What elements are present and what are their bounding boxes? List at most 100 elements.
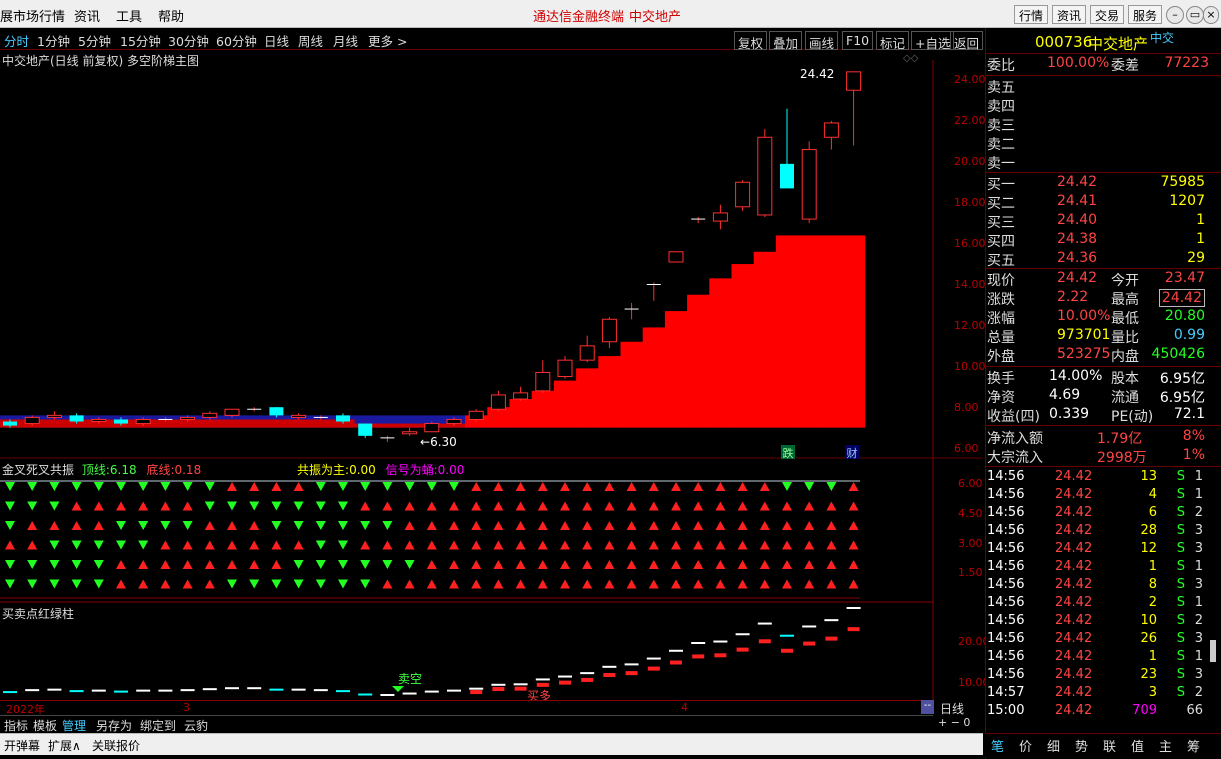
add-favorite-button[interactable]: +自选 [911,31,955,51]
scroll-handle[interactable]: -- [921,700,934,714]
signal-down-triangle [160,482,171,491]
period-tab-30m[interactable]: 30分钟 [168,31,209,50]
signal-up-triangle [449,521,459,530]
tick-row[interactable]: 14:56 24.42 10 S 2 [987,613,1209,632]
tab-manage[interactable]: 管理 [62,717,86,734]
signal-up-triangle [249,560,260,569]
scrollbar-thumb[interactable] [1210,640,1216,662]
mark-button[interactable]: 标记 [876,31,910,51]
tick-row[interactable]: 15:00 24.42 709 66 [987,703,1209,722]
indicator1-name[interactable]: 金叉死叉共振 [2,463,74,477]
period-tab-month[interactable]: 月线 [333,31,358,50]
buy-level-row[interactable]: 买三 24.40 1 [987,212,1209,231]
event-badge-fall[interactable]: 跌 [781,445,795,460]
buy-level-row[interactable]: 买一 24.42 75985 [987,174,1209,193]
period-tab-15m[interactable]: 15分钟 [120,31,161,50]
signal-up-triangle [582,560,593,569]
webi-value: 100.00% [1047,55,1110,71]
tick-row[interactable]: 14:56 24.42 2 S 1 [987,595,1209,614]
sell-level-label: 卖二 [987,137,1015,153]
tick-side: S [1176,631,1185,646]
related-quotes-button[interactable]: 关联报价 [92,737,140,754]
quote-tab[interactable]: 笔 [991,736,1004,755]
tick-side: S [1176,469,1185,484]
stock-title: 中交地产 [629,10,682,25]
quote-tab[interactable]: 价 [1019,736,1032,755]
tick-row[interactable]: 14:56 24.42 1 S 1 [987,559,1209,578]
menu-item-tools[interactable]: 工具 [116,6,142,25]
tab-template[interactable]: 模板 [33,717,57,734]
quote-tab[interactable]: 主 [1159,736,1172,755]
tick-row[interactable]: 14:57 24.42 3 S 2 [987,685,1209,704]
tick-row[interactable]: 14:56 24.42 13 S 1 [987,469,1209,488]
signal-down-triangle [338,560,348,569]
signal-down-triangle [116,482,126,491]
y-tick: 24.00 [954,73,986,86]
zoom-controls[interactable]: + − 0 [938,716,970,729]
quote-tab[interactable]: 筹 [1187,736,1200,755]
tick-row[interactable]: 14:56 24.42 4 S 1 [987,487,1209,506]
tick-count: 3 [1194,577,1203,592]
period-tab-week[interactable]: 周线 [298,31,323,50]
signal-up-triangle [848,560,859,569]
tick-row[interactable]: 14:56 24.42 23 S 3 [987,667,1209,686]
close-icon[interactable]: × [1203,6,1219,24]
period-tab-intraday[interactable]: 分时 [4,31,29,50]
period-tab-5m[interactable]: 5分钟 [78,31,111,50]
signal-up-triangle [493,482,504,491]
quote-tab[interactable]: 势 [1075,736,1088,755]
ladder-step [553,380,577,428]
indicator2-name[interactable]: 买卖点红绿柱 [2,605,74,622]
tick-row[interactable]: 14:56 24.42 12 S 3 [987,541,1209,560]
buy-level-row[interactable]: 买四 24.38 1 [987,231,1209,250]
period-indicator[interactable]: 日线 [940,700,964,717]
tick-row[interactable]: 14:56 24.42 6 S 2 [987,505,1209,524]
tab-save-as[interactable]: 另存为 [96,717,132,734]
bar-top-mark [624,663,639,666]
menu-item-help[interactable]: 帮助 [158,6,184,25]
signal-up-triangle [293,482,304,491]
period-tab-day[interactable]: 日线 [264,31,289,50]
tab-bind-to[interactable]: 绑定到 [140,717,176,734]
minimize-icon[interactable]: – [1166,6,1184,24]
buy-level-row[interactable]: 买五 24.36 29 [987,250,1209,269]
chart-canvas[interactable] [0,50,985,705]
signal-down-triangle [404,560,415,569]
stock-tag[interactable]: 中交 [1150,29,1174,46]
tick-row[interactable]: 14:56 24.42 26 S 3 [987,631,1209,650]
back-button[interactable]: 返回 [950,31,983,51]
indicator-tabs: 指标 模板 管理 另存为 绑定到 云豹 [0,715,933,733]
draw-button[interactable]: 画线 [805,31,839,51]
quote-tab[interactable]: 细 [1047,736,1060,755]
signal-up-triangle [537,501,548,511]
period-tab-more[interactable]: 更多 > [368,31,407,50]
period-tab-1m[interactable]: 1分钟 [37,31,70,50]
menu-item-news[interactable]: 资讯 [74,6,100,25]
trade-button[interactable]: 交易 [1090,5,1125,24]
buy-level-row[interactable]: 买二 24.41 1207 [987,193,1209,212]
quote-tab[interactable]: 值 [1131,736,1144,755]
event-badge-finance[interactable]: 财 [845,445,859,460]
tick-row[interactable]: 14:56 24.42 28 S 3 [987,523,1209,542]
tick-time: 14:56 [987,505,1025,520]
quote-tab[interactable]: 联 [1103,736,1116,755]
f10-button[interactable]: F10 [842,31,874,50]
danmaku-button[interactable]: 开弹幕 [4,737,40,754]
tick-row[interactable]: 14:56 24.42 8 S 3 [987,577,1209,596]
tab-indicator[interactable]: 指标 [4,717,28,734]
overlay-button[interactable]: 叠加 [769,31,803,51]
stat-row: 换手 14.00% 股本 6.95亿 [987,368,1209,387]
signal-up-triangle [116,560,126,569]
signal-up-triangle [560,560,570,569]
ladder-step [509,399,533,428]
restore-icon[interactable]: ▭ [1186,6,1204,24]
quote-button[interactable]: 行情 [1014,5,1049,24]
expand-button[interactable]: 扩展∧ [48,737,81,754]
adjust-button[interactable]: 复权 [734,31,768,51]
stat-label: 总量 [987,330,1015,346]
tab-cloud[interactable]: 云豹 [184,717,208,734]
news-button[interactable]: 资讯 [1052,5,1087,24]
tick-row[interactable]: 14:56 24.42 1 S 1 [987,649,1209,668]
period-tab-60m[interactable]: 60分钟 [216,31,257,50]
service-button[interactable]: 服务 [1128,5,1163,24]
